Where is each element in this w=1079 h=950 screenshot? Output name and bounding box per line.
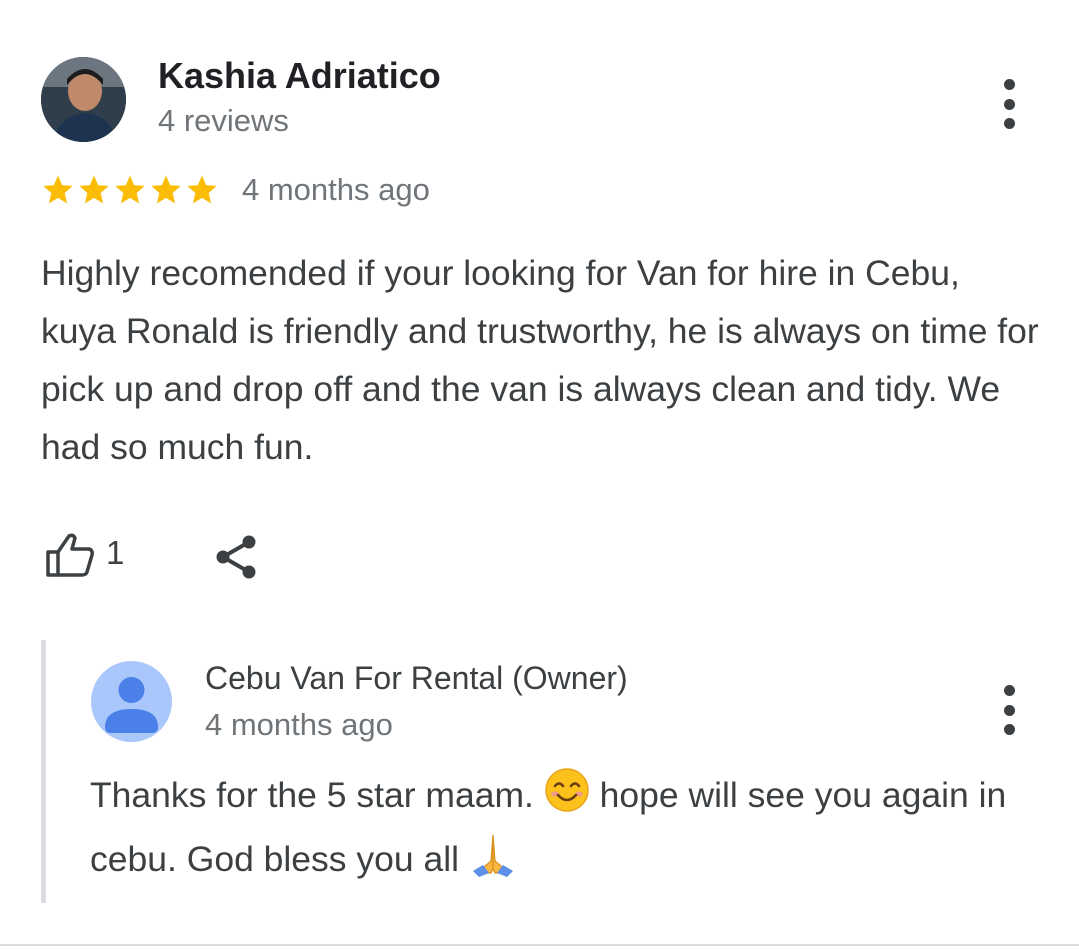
reply-indent-bar <box>41 640 46 903</box>
smiling-face-icon <box>544 767 590 830</box>
reviewer-name[interactable]: Kashia Adriatico <box>158 55 441 97</box>
owner-reply-text: Thanks for the 5 star maam. hope will se… <box>90 766 1040 894</box>
more-vert-icon[interactable] <box>999 79 1019 129</box>
owner-name: Cebu Van For Rental (Owner) <box>205 660 628 696</box>
review-date: 4 months ago <box>242 172 430 207</box>
reviewer-review-count: 4 reviews <box>158 103 289 138</box>
star-rating <box>41 173 219 207</box>
owner-reply-text-part1: Thanks for the 5 star maam. <box>90 775 544 815</box>
star-icon <box>43 175 73 204</box>
owner-avatar <box>91 661 172 742</box>
star-icon <box>115 175 145 204</box>
thumbs-up-icon[interactable] <box>45 532 95 578</box>
like-count: 1 <box>106 534 125 571</box>
star-icon <box>187 175 217 204</box>
divider <box>0 944 1079 946</box>
share-icon[interactable] <box>214 534 258 580</box>
review-text: Highly recomended if your looking for Va… <box>41 253 1039 467</box>
star-icon <box>79 175 109 204</box>
person-icon <box>105 677 158 733</box>
star-icon <box>151 175 181 204</box>
more-vert-icon[interactable] <box>999 685 1019 735</box>
reviewer-avatar[interactable] <box>41 57 126 142</box>
reviewer-photo <box>41 57 126 142</box>
owner-reply-date: 4 months ago <box>205 707 393 742</box>
folded-hands-icon <box>469 831 517 894</box>
